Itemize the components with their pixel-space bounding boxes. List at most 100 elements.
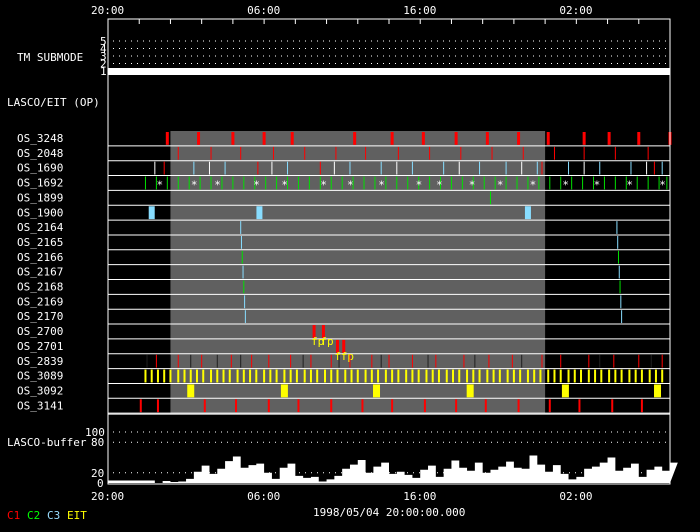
event-mark	[405, 369, 408, 383]
event-mark	[361, 399, 364, 413]
event-mark	[308, 176, 310, 190]
star-mark: *	[378, 179, 385, 192]
event-mark	[144, 369, 147, 383]
event-mark	[276, 176, 278, 190]
top-tick-label: 16:00	[403, 4, 436, 17]
event-mark	[494, 176, 496, 190]
event-mark	[431, 369, 434, 383]
top-tick-label: 02:00	[559, 4, 592, 17]
event-mark	[195, 369, 198, 383]
event-mark	[582, 176, 584, 190]
event-mark	[588, 354, 590, 368]
event-mark	[396, 161, 398, 175]
event-mark	[199, 176, 201, 190]
event-mark	[619, 280, 621, 294]
event-mark	[560, 176, 562, 190]
event-mark	[370, 369, 373, 383]
row-label: OS_2048	[17, 147, 63, 160]
event-mark	[560, 354, 562, 368]
event-mark	[240, 146, 242, 160]
event-mark	[177, 354, 179, 368]
event-mark	[568, 161, 570, 175]
event-mark	[283, 369, 286, 383]
event-mark	[578, 399, 581, 413]
top-tick-label: 06:00	[247, 4, 280, 17]
event-mark	[177, 146, 179, 160]
event-mark	[302, 354, 304, 368]
event-mark	[390, 132, 394, 145]
event-mark	[474, 354, 476, 368]
row-label: OS_3092	[17, 384, 63, 397]
event-mark	[599, 161, 601, 175]
event-mark	[506, 369, 509, 383]
event-mark	[489, 191, 491, 205]
row-label: OS_2164	[17, 221, 64, 234]
event-mark	[460, 146, 462, 160]
event-mark	[240, 235, 242, 249]
event-mark	[216, 369, 219, 383]
event-mark	[280, 384, 288, 398]
event-mark	[190, 354, 192, 368]
top-time-axis: 20:00 06:00 16:00 02:00	[91, 4, 671, 24]
event-mark	[363, 176, 365, 190]
star-mark: *	[594, 179, 601, 192]
event-mark	[156, 399, 159, 413]
event-mark	[427, 354, 429, 368]
event-mark	[271, 161, 273, 175]
event-mark	[522, 146, 524, 160]
row-label: OS_3141	[17, 399, 63, 412]
event-mark	[549, 176, 551, 190]
event-mark	[548, 399, 551, 413]
event-mark	[594, 369, 597, 383]
event-mark	[638, 354, 640, 368]
event-mark	[148, 206, 155, 220]
event-mark	[297, 176, 299, 190]
event-mark	[335, 146, 337, 160]
event-mark	[290, 354, 292, 368]
event-mark	[616, 221, 618, 234]
event-mark	[521, 161, 523, 175]
event-mark	[573, 369, 576, 383]
event-mark	[485, 132, 489, 145]
event-mark	[600, 369, 603, 383]
event-mark	[319, 161, 321, 175]
star-mark: *	[281, 179, 288, 192]
event-mark	[421, 132, 425, 145]
star-mark: *	[191, 179, 198, 192]
event-mark	[466, 384, 474, 398]
event-mark	[249, 369, 252, 383]
event-mark	[374, 176, 376, 190]
event-label: fp	[341, 350, 354, 363]
event-mark	[646, 161, 648, 175]
event-mark	[618, 265, 620, 279]
buffer-area	[108, 455, 678, 483]
event-mark	[661, 354, 663, 368]
event-mark	[630, 161, 632, 175]
event-mark	[425, 369, 428, 383]
event-mark	[242, 265, 244, 279]
row-label: OS_3089	[17, 370, 63, 383]
event-mark	[512, 369, 515, 383]
event-mark	[546, 132, 550, 145]
event-mark	[350, 369, 353, 383]
event-mark	[611, 399, 614, 413]
star-mark: *	[562, 179, 569, 192]
star-mark: *	[497, 179, 504, 192]
event-mark	[454, 132, 458, 145]
event-mark	[533, 369, 536, 383]
star-mark: *	[469, 179, 476, 192]
event-mark	[445, 369, 448, 383]
event-mark	[547, 369, 550, 383]
event-mark	[478, 369, 481, 383]
event-mark	[169, 354, 171, 368]
event-mark	[391, 399, 394, 413]
event-mark	[263, 369, 266, 383]
event-mark	[210, 146, 212, 160]
bottom-tick-label: 02:00	[559, 490, 592, 503]
event-mark	[349, 161, 351, 175]
row-label: OS_1692	[17, 177, 63, 190]
event-mark	[365, 146, 367, 160]
event-mark	[614, 369, 617, 383]
event-mark	[479, 161, 481, 175]
event-mark	[599, 354, 601, 368]
